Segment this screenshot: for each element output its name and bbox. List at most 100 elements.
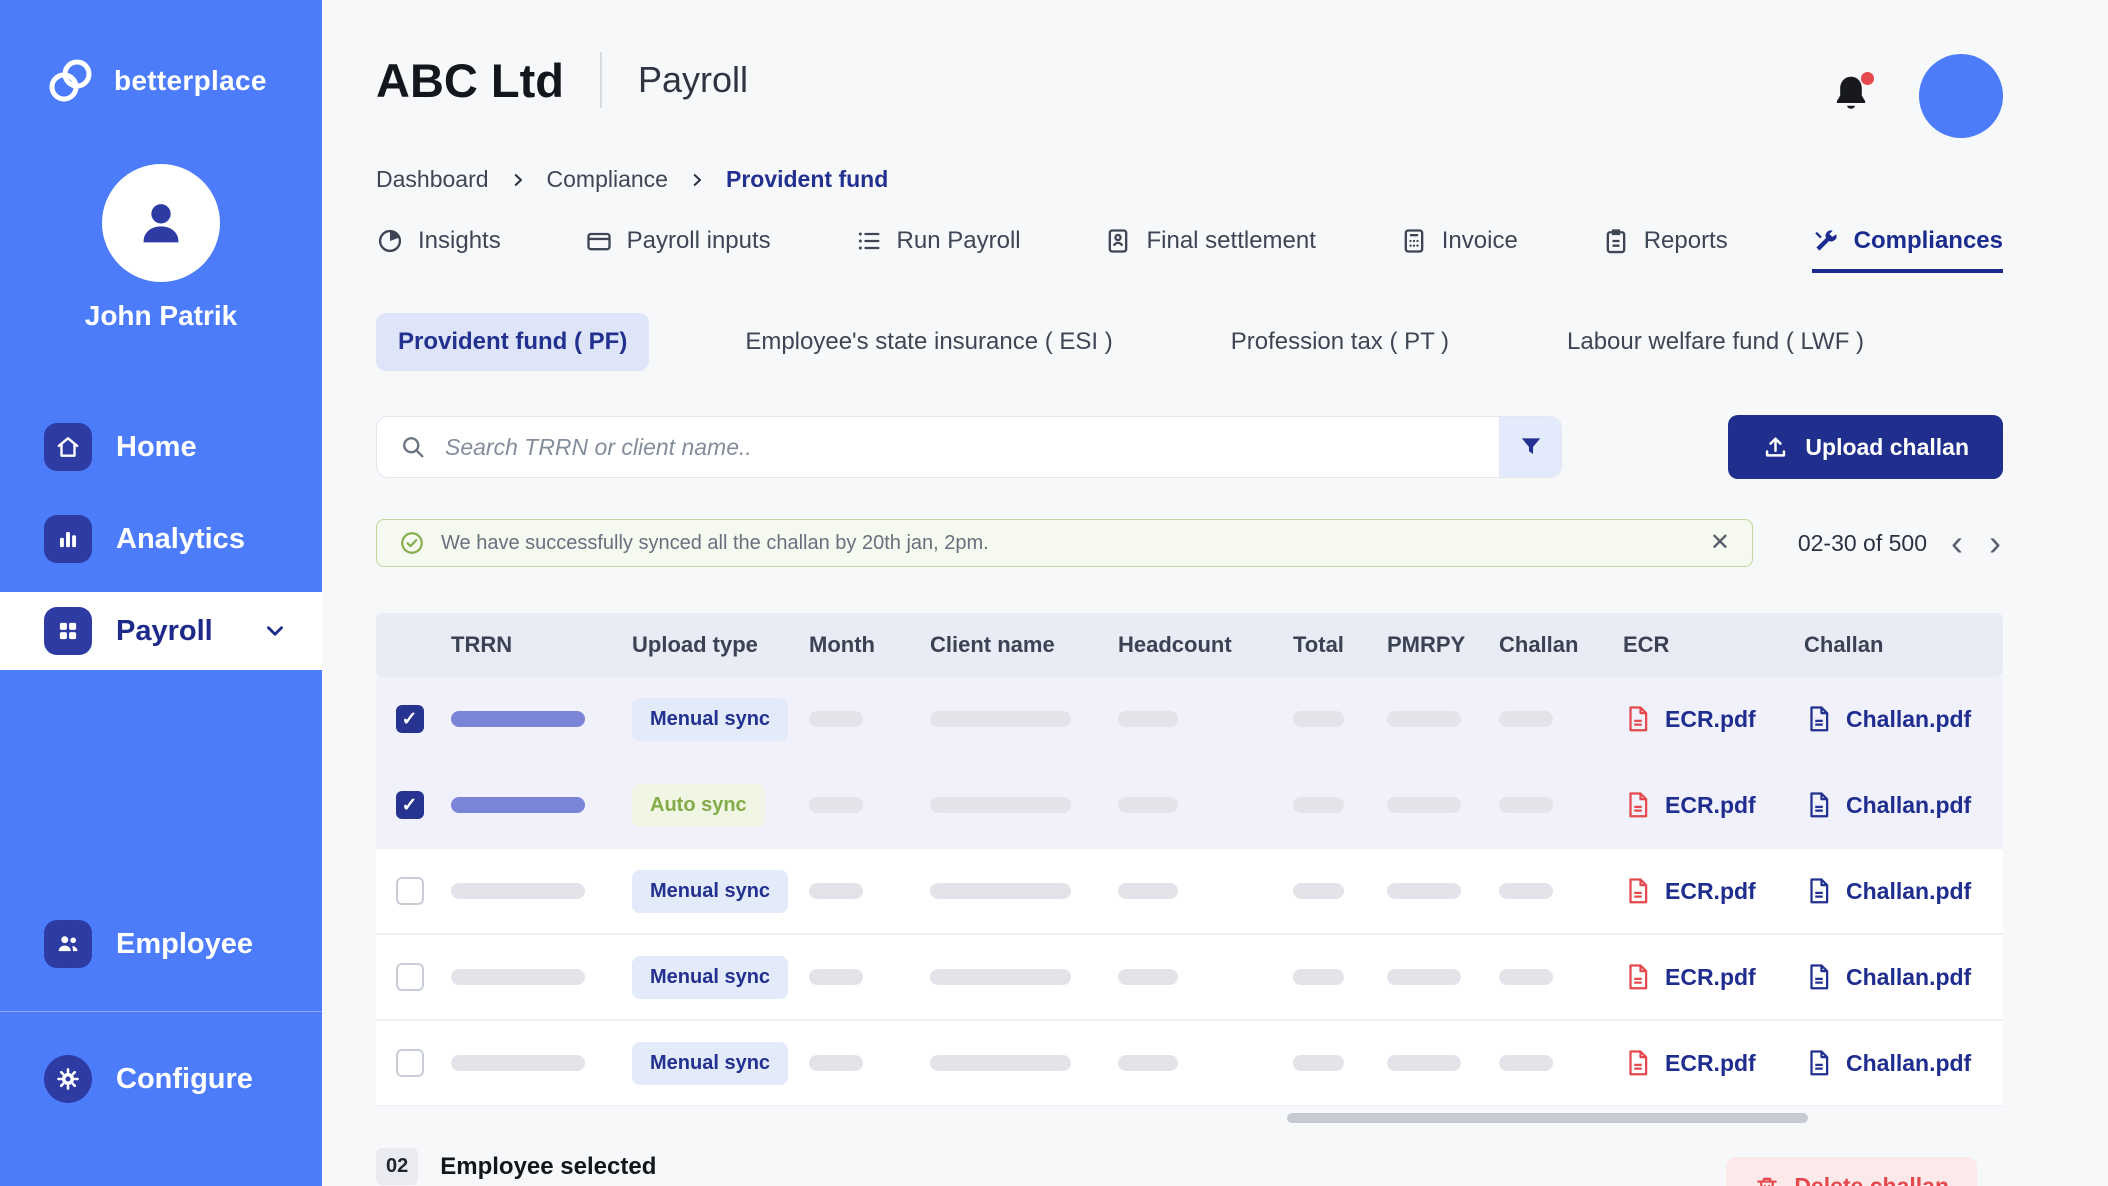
ecr-link-label: ECR.pdf <box>1665 1050 1756 1077</box>
column-header: Month <box>801 632 922 658</box>
app-window: betterplace John Patrik Home <box>0 0 2108 1186</box>
notification-bell-icon[interactable] <box>1829 72 1873 121</box>
subtab-esi[interactable]: Employee's state insurance ( ESI ) <box>723 313 1134 371</box>
tab-invoice[interactable]: Invoice <box>1400 227 1518 273</box>
table-body: ✓ Menual sync ECR.pdf Challan.pdf ✓ Auto… <box>376 677 2003 1107</box>
selection-footer: 02 Employee selected Delete challan <box>376 1137 2003 1186</box>
breadcrumb-compliance[interactable]: Compliance <box>547 166 668 193</box>
row-checkbox[interactable] <box>396 877 424 905</box>
month-placeholder <box>809 1055 863 1071</box>
challan-link-label: Challan.pdf <box>1846 706 1971 733</box>
tab-reports[interactable]: Reports <box>1602 227 1728 273</box>
person-icon <box>132 194 190 252</box>
calculator-icon <box>1400 227 1428 255</box>
delete-challan-button[interactable]: Delete challan <box>1726 1157 1977 1186</box>
page-prev-icon[interactable]: ‹ <box>1949 525 1965 561</box>
notification-dot <box>1861 72 1874 85</box>
employee-icon <box>44 920 92 968</box>
column-header: Total <box>1285 632 1379 658</box>
sidebar: betterplace John Patrik Home <box>0 0 322 1186</box>
tab-label: Final settlement <box>1146 227 1315 255</box>
month-placeholder <box>809 883 863 899</box>
avatar[interactable] <box>102 164 220 282</box>
filter-button[interactable] <box>1499 416 1561 478</box>
pmrpy-placeholder <box>1387 883 1461 899</box>
sidebar-item-configure[interactable]: Configure <box>0 1040 322 1118</box>
chevron-down-icon <box>262 618 288 644</box>
selected-label: Employee selected <box>440 1153 656 1181</box>
selected-count-badge: 02 <box>376 1148 418 1185</box>
challan-pdf-link[interactable]: Challan.pdf <box>1796 704 2003 734</box>
subtab-pf[interactable]: Provident fund ( PF) <box>376 313 649 371</box>
sidebar-item-label: Home <box>116 431 197 464</box>
tab-label: Run Payroll <box>897 227 1021 255</box>
ecr-pdf-link[interactable]: ECR.pdf <box>1615 962 1796 992</box>
total-placeholder <box>1293 969 1344 985</box>
home-icon <box>44 423 92 471</box>
file-icon <box>1804 1048 1834 1078</box>
trrn-placeholder <box>451 883 585 899</box>
column-header: Headcount <box>1110 632 1285 658</box>
client-name-placeholder <box>930 883 1071 899</box>
column-header: TRRN <box>443 632 624 658</box>
headcount-placeholder <box>1118 797 1178 813</box>
ecr-link-label: ECR.pdf <box>1665 878 1756 905</box>
search-input[interactable] <box>443 433 1499 462</box>
subtab-pt[interactable]: Profession tax ( PT ) <box>1209 313 1471 371</box>
pdf-icon <box>1623 962 1653 992</box>
check-circle-icon <box>399 530 425 556</box>
betterplace-logo-icon <box>44 54 98 108</box>
chevron-right-icon <box>509 171 527 189</box>
pagination-range: 02-30 of 500 <box>1798 530 1927 557</box>
upload-challan-button[interactable]: Upload challan <box>1728 415 2003 479</box>
main-content: ABC Ltd Payroll Dashboard Comp <box>322 0 2108 1186</box>
challan-pdf-link[interactable]: Challan.pdf <box>1796 962 2003 992</box>
breadcrumb-dashboard[interactable]: Dashboard <box>376 166 489 193</box>
trash-icon <box>1754 1174 1780 1186</box>
tab-label: Insights <box>418 227 501 255</box>
brand: betterplace <box>0 0 322 108</box>
ecr-pdf-link[interactable]: ECR.pdf <box>1615 1048 1796 1078</box>
table-row: ✓ Menual sync ECR.pdf Challan.pdf <box>376 677 2003 763</box>
banner-row: We have successfully synced all the chal… <box>376 519 2003 567</box>
table-row: Menual sync ECR.pdf Challan.pdf <box>376 1021 2003 1107</box>
challan-pdf-link[interactable]: Challan.pdf <box>1796 876 2003 906</box>
sidebar-divider <box>0 1011 322 1012</box>
tab-run-payroll[interactable]: Run Payroll <box>855 227 1021 273</box>
challan-pdf-link[interactable]: Challan.pdf <box>1796 1048 2003 1078</box>
headcount-placeholder <box>1118 969 1178 985</box>
client-name-placeholder <box>930 797 1071 813</box>
page-next-icon[interactable]: › <box>1987 525 2003 561</box>
banner-message: We have successfully synced all the chal… <box>441 532 989 555</box>
title-divider <box>600 52 602 108</box>
sidebar-item-analytics[interactable]: Analytics <box>0 500 322 578</box>
tab-insights[interactable]: Insights <box>376 227 501 273</box>
row-checkbox[interactable]: ✓ <box>396 705 424 733</box>
search-bar <box>376 416 1562 478</box>
row-checkbox[interactable]: ✓ <box>396 791 424 819</box>
row-checkbox[interactable] <box>396 963 424 991</box>
subtab-lwf[interactable]: Labour welfare fund ( LWF ) <box>1545 313 1886 371</box>
ecr-pdf-link[interactable]: ECR.pdf <box>1615 876 1796 906</box>
tab-final-settlement[interactable]: Final settlement <box>1104 227 1315 273</box>
sidebar-item-home[interactable]: Home <box>0 408 322 486</box>
row-checkbox[interactable] <box>396 1049 424 1077</box>
sidebar-item-employee[interactable]: Employee <box>0 905 322 983</box>
profile-avatar[interactable] <box>1919 54 2003 138</box>
tab-compliances[interactable]: Compliances <box>1812 227 2003 273</box>
sidebar-item-payroll[interactable]: Payroll <box>0 592 322 670</box>
close-icon[interactable]: ✕ <box>1710 531 1730 555</box>
scrollbar-thumb[interactable] <box>1287 1113 1808 1123</box>
sidebar-item-label: Analytics <box>116 523 245 556</box>
ecr-pdf-link[interactable]: ECR.pdf <box>1615 790 1796 820</box>
file-icon <box>1804 876 1834 906</box>
payroll-grid-icon <box>44 607 92 655</box>
challan-link-label: Challan.pdf <box>1846 1050 1971 1077</box>
tab-payroll-inputs[interactable]: Payroll inputs <box>585 227 771 273</box>
table-header: TRRN Upload type Month Client name Headc… <box>376 613 2003 677</box>
table-row: ✓ Auto sync ECR.pdf Challan.pdf <box>376 763 2003 849</box>
success-banner: We have successfully synced all the chal… <box>376 519 1753 567</box>
ecr-pdf-link[interactable]: ECR.pdf <box>1615 704 1796 734</box>
challan-pdf-link[interactable]: Challan.pdf <box>1796 790 2003 820</box>
file-icon <box>1804 704 1834 734</box>
